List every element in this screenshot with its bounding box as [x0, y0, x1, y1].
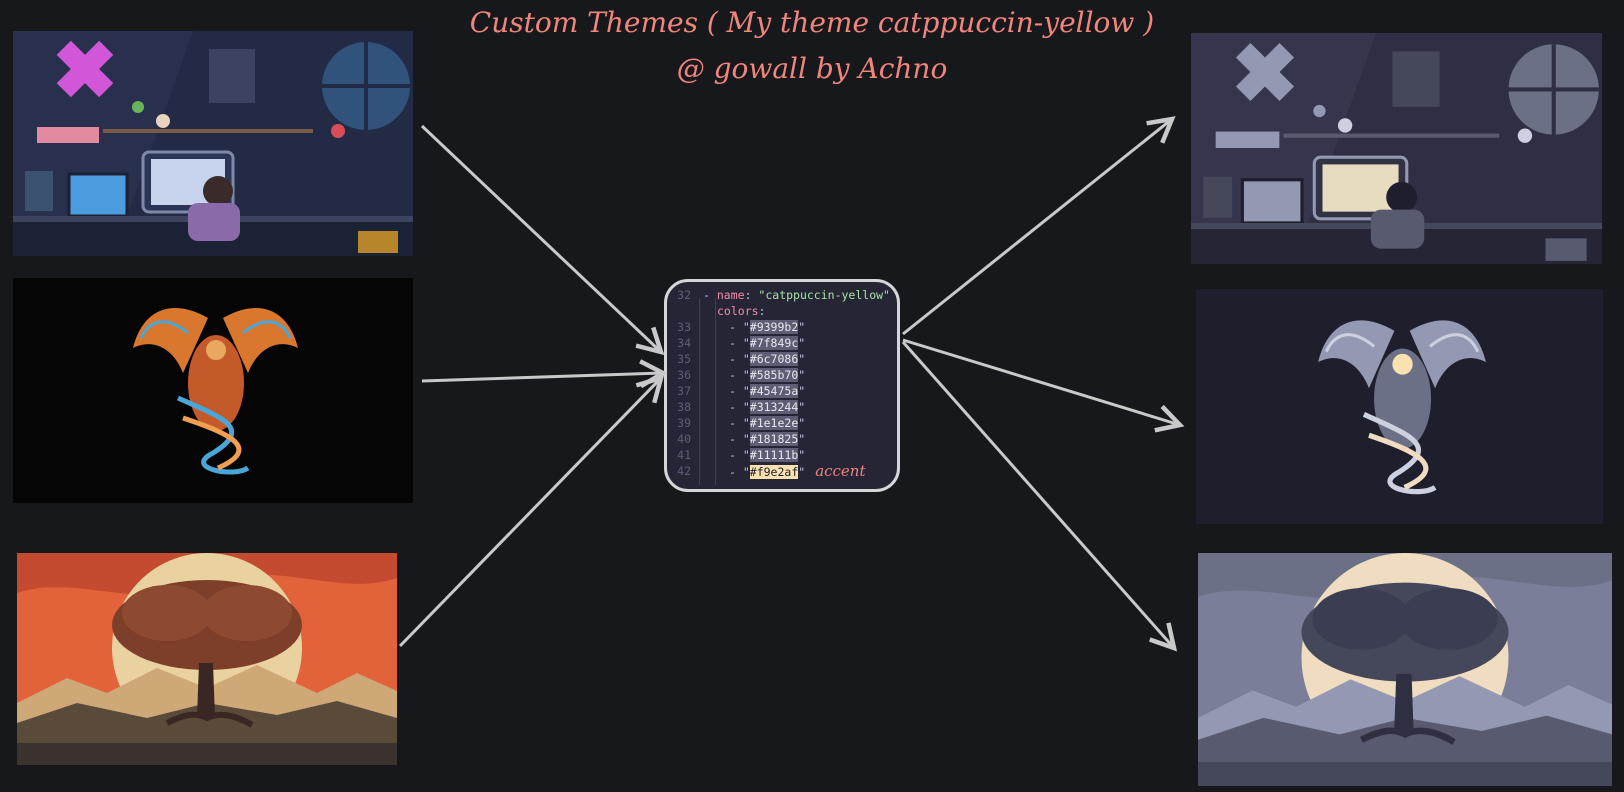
color-entry: 35- "#6c7086"	[667, 351, 897, 367]
pixel-room-themed-image	[1191, 33, 1602, 264]
arrow	[902, 116, 1176, 336]
color-entry: 33- "#9399b2"	[667, 319, 897, 335]
name-value: "catppuccin-yellow"	[758, 288, 890, 302]
accent-label: accent	[815, 462, 866, 480]
color-value: #45475a	[749, 384, 799, 398]
arrow	[421, 359, 668, 389]
color-entry: 37- "#45475a"	[667, 383, 897, 399]
line-number: 36	[677, 368, 691, 382]
line-number: 32	[677, 288, 691, 302]
line-number: 37	[677, 384, 691, 398]
theme-config-card: 32 - name: "catppuccin-yellow" colors: 3…	[664, 279, 900, 492]
line-number: 35	[677, 352, 691, 366]
tree-moon-themed-image	[1198, 553, 1612, 786]
color-value: #7f849c	[749, 336, 799, 350]
line-number: 42	[677, 464, 691, 478]
color-entry: 40- "#181825"	[667, 431, 897, 447]
color-entry: 39- "#1e1e2e"	[667, 415, 897, 431]
line-number: 33	[677, 320, 691, 334]
color-entry: 34- "#7f849c"	[667, 335, 897, 351]
phoenix-themed-image	[1196, 289, 1603, 524]
arrow	[902, 338, 1185, 433]
color-value: #9399b2	[749, 320, 799, 334]
line-number: 41	[677, 448, 691, 462]
arrow	[398, 374, 665, 648]
color-value: #11111b	[749, 448, 799, 462]
code-line: 32 - name: "catppuccin-yellow"	[667, 287, 897, 303]
line-number: 38	[677, 400, 691, 414]
phoenix-original-image	[13, 278, 413, 503]
color-value: #f9e2af	[749, 465, 799, 479]
color-value: #181825	[749, 432, 799, 446]
color-entry: 38- "#313244"	[667, 399, 897, 415]
color-entry: 36- "#585b70"	[667, 367, 897, 383]
color-entry: 42- "#f9e2af" accent	[667, 463, 897, 479]
color-value: #1e1e2e	[749, 416, 799, 430]
line-number: 34	[677, 336, 691, 350]
arrow	[901, 341, 1178, 652]
pixel-room-original-image	[13, 31, 413, 256]
code-line: colors:	[717, 304, 766, 318]
color-entry: 41- "#11111b"	[667, 447, 897, 463]
color-value: #6c7086	[749, 352, 799, 366]
arrow	[420, 124, 665, 356]
colors-key: colors	[717, 304, 759, 318]
line-number: 40	[677, 432, 691, 446]
name-key: name	[716, 288, 745, 302]
line-number: 39	[677, 416, 691, 430]
color-value: #585b70	[749, 368, 799, 382]
tree-sunset-original-image	[17, 553, 397, 765]
color-value: #313244	[749, 400, 799, 414]
